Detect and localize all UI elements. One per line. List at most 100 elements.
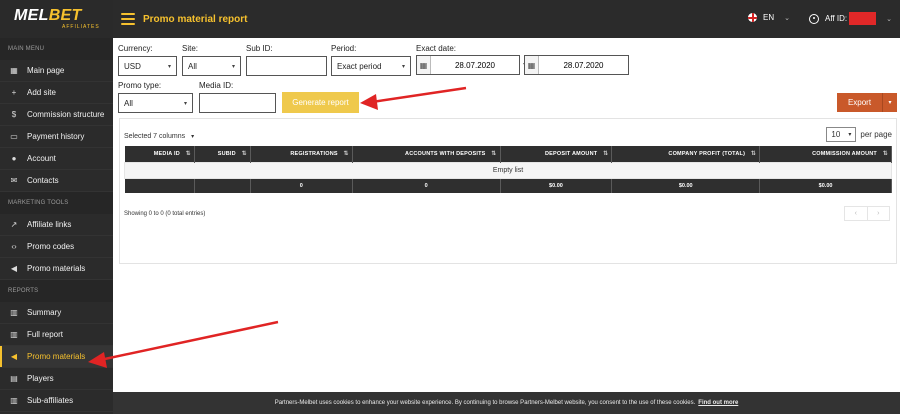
column-company-profit[interactable]: COMPANY PROFIT (TOTAL) ⇅ bbox=[611, 146, 761, 162]
sort-icon: ⇅ bbox=[491, 151, 497, 157]
site-field: Site: All ▾ bbox=[182, 44, 241, 76]
sidebar-section-reports: REPORTS bbox=[0, 280, 113, 302]
currency-field: Currency: USD ▾ bbox=[118, 44, 177, 76]
sidebar-item-affiliate-links[interactable]: ↗ Affiliate links bbox=[0, 214, 113, 236]
find-out-more-link[interactable]: Find out more bbox=[698, 400, 738, 406]
language-selector[interactable]: EN ⌄ bbox=[748, 13, 790, 22]
media-id-field: Media ID: bbox=[199, 81, 276, 113]
sort-icon: ⇅ bbox=[343, 151, 349, 157]
cookie-bar: Partners-Melbet uses cookies to enhance … bbox=[113, 392, 900, 414]
generate-report-button[interactable]: Generate report bbox=[282, 92, 359, 113]
column-registrations[interactable]: REGISTRATIONS ⇅ bbox=[250, 146, 353, 162]
table-empty-row: Empty list bbox=[124, 161, 892, 179]
user-menu[interactable]: Aff ID: ⌄ bbox=[809, 12, 892, 25]
sidebar: MELBET AFFILIATES MAIN MENU ▦ Main page +… bbox=[0, 0, 113, 414]
empty-list-text: Empty list bbox=[124, 161, 892, 179]
user-circle-icon bbox=[809, 13, 819, 24]
menu-toggle-icon[interactable] bbox=[121, 13, 135, 25]
sidebar-item-promo-materials-report[interactable]: ◀ Promo materials bbox=[0, 346, 113, 368]
megaphone-icon: ◀ bbox=[10, 264, 18, 273]
next-page-icon[interactable]: › bbox=[868, 207, 890, 220]
sidebar-item-promo-materials[interactable]: ◀ Promo materials bbox=[0, 258, 113, 280]
sidebar-section-main-menu: MAIN MENU bbox=[0, 38, 113, 60]
total-cell bbox=[124, 178, 195, 193]
total-deposit-amount: $0.00 bbox=[500, 178, 613, 193]
chevron-down-icon: ▾ bbox=[848, 132, 852, 138]
table-header-row: MEDIA ID ⇅ SUBID ⇅ REGISTRATIONS ⇅ ACCOUNTS… bbox=[124, 146, 892, 162]
brand-name: MELBET bbox=[14, 6, 82, 24]
pagination: ‹ › bbox=[844, 206, 890, 221]
export-button[interactable]: Export ▾ bbox=[837, 93, 897, 112]
brand-sub: AFFILIATES bbox=[62, 23, 100, 30]
export-label: Export bbox=[847, 98, 872, 107]
sidebar-item-main-page[interactable]: ▦ Main page bbox=[0, 60, 113, 82]
exact-date-label: Exact date: bbox=[416, 44, 457, 53]
sort-icon: ⇅ bbox=[185, 151, 191, 157]
topbar: Promo material report EN ⌄ Aff ID: ⌄ bbox=[113, 0, 900, 38]
sort-icon: ⇅ bbox=[241, 151, 247, 157]
currency-select[interactable]: USD ▾ bbox=[118, 56, 177, 76]
date-to-input[interactable]: ▦ 28.07.2020 bbox=[524, 55, 629, 75]
date-from-input[interactable]: ▦ 28.07.2020 bbox=[416, 55, 520, 75]
sidebar-section-marketing-tools: MARKETING TOOLS bbox=[0, 192, 113, 214]
external-link-icon: ↗ bbox=[10, 220, 18, 229]
language-label: EN bbox=[763, 13, 775, 22]
sub-id-label: Sub ID: bbox=[246, 44, 273, 53]
promo-type-field: Promo type: All ▾ bbox=[118, 81, 193, 113]
per-page-select[interactable]: 10 ▾ bbox=[826, 127, 857, 142]
site-label: Site: bbox=[182, 44, 199, 53]
chevron-down-icon[interactable]: ▾ bbox=[883, 99, 897, 106]
column-media-id[interactable]: MEDIA ID ⇅ bbox=[124, 146, 195, 162]
per-page-control: 10 ▾ per page bbox=[826, 127, 892, 142]
column-deposit-amount[interactable]: DEPOSIT AMOUNT ⇅ bbox=[500, 146, 613, 162]
envelope-icon: ✉ bbox=[10, 176, 18, 185]
column-commission-amount[interactable]: COMMISSION AMOUNT ⇅ bbox=[759, 146, 892, 162]
calendar-icon[interactable]: ▦ bbox=[417, 56, 431, 74]
chevron-down-icon: ⌄ bbox=[886, 15, 892, 23]
sort-icon: ⇅ bbox=[750, 151, 757, 157]
dollar-icon: $ bbox=[11, 110, 17, 119]
sub-id-input[interactable] bbox=[246, 56, 327, 76]
promo-type-select[interactable]: All ▾ bbox=[118, 93, 193, 113]
sidebar-item-promo-codes[interactable]: ‹› Promo codes bbox=[0, 236, 113, 258]
column-selector[interactable]: Selected 7 columns ▾ bbox=[124, 133, 194, 140]
bar-chart-icon: ▥ bbox=[10, 330, 18, 339]
sidebar-item-commission-structure[interactable]: $ Commission structure bbox=[0, 104, 113, 126]
total-cell bbox=[194, 178, 251, 193]
sort-icon: ⇅ bbox=[882, 151, 888, 157]
sidebar-item-add-site[interactable]: + Add site bbox=[0, 82, 113, 104]
bar-chart-icon: ▥ bbox=[10, 396, 18, 405]
sidebar-item-payment-history[interactable]: ▭ Payment history bbox=[0, 126, 113, 148]
chevron-down-icon: ▾ bbox=[167, 63, 171, 70]
sidebar-item-sub-affiliates[interactable]: ▥ Sub-affiliates bbox=[0, 390, 113, 412]
logo[interactable]: MELBET AFFILIATES bbox=[0, 0, 113, 38]
column-accounts-with-deposits[interactable]: ACCOUNTS WITH DEPOSITS ⇅ bbox=[352, 146, 501, 162]
user-icon: ● bbox=[11, 154, 17, 163]
chevron-down-icon: ⌄ bbox=[784, 14, 790, 22]
sidebar-item-full-report[interactable]: ▥ Full report bbox=[0, 324, 113, 346]
app-root: MELBET AFFILIATES MAIN MENU ▦ Main page +… bbox=[0, 0, 900, 414]
code-icon: ‹› bbox=[11, 242, 17, 251]
flag-icon bbox=[748, 13, 757, 22]
prev-page-icon[interactable]: ‹ bbox=[845, 207, 868, 220]
site-select[interactable]: All ▾ bbox=[182, 56, 241, 76]
sidebar-item-contacts[interactable]: ✉ Contacts bbox=[0, 170, 113, 192]
sidebar-item-summary[interactable]: ▥ Summary bbox=[0, 302, 113, 324]
entries-info: Showing 0 to 0 (0 total entries) bbox=[124, 211, 206, 217]
chevron-down-icon: ▾ bbox=[183, 100, 187, 107]
page-title: Promo material report bbox=[143, 13, 248, 25]
aff-id-label: Aff ID: bbox=[825, 14, 848, 23]
chevron-down-icon: ▾ bbox=[191, 134, 195, 140]
sidebar-item-players[interactable]: ▤ Players bbox=[0, 368, 113, 390]
total-accounts-with-deposits: 0 bbox=[352, 178, 501, 193]
sub-id-field: Sub ID: bbox=[246, 44, 327, 76]
main-content: Currency: USD ▾ Site: All ▾ Sub ID: Period… bbox=[113, 38, 900, 392]
period-select[interactable]: Exact period ▾ bbox=[331, 56, 411, 76]
media-id-input[interactable] bbox=[199, 93, 276, 113]
cookie-text: Partners-Melbet uses cookies to enhance … bbox=[274, 400, 696, 406]
calendar-icon[interactable]: ▦ bbox=[525, 56, 539, 74]
column-subid[interactable]: SUBID ⇅ bbox=[194, 146, 251, 162]
total-commission-amount: $0.00 bbox=[759, 178, 892, 193]
currency-label: Currency: bbox=[118, 44, 153, 53]
sidebar-item-account[interactable]: ● Account bbox=[0, 148, 113, 170]
